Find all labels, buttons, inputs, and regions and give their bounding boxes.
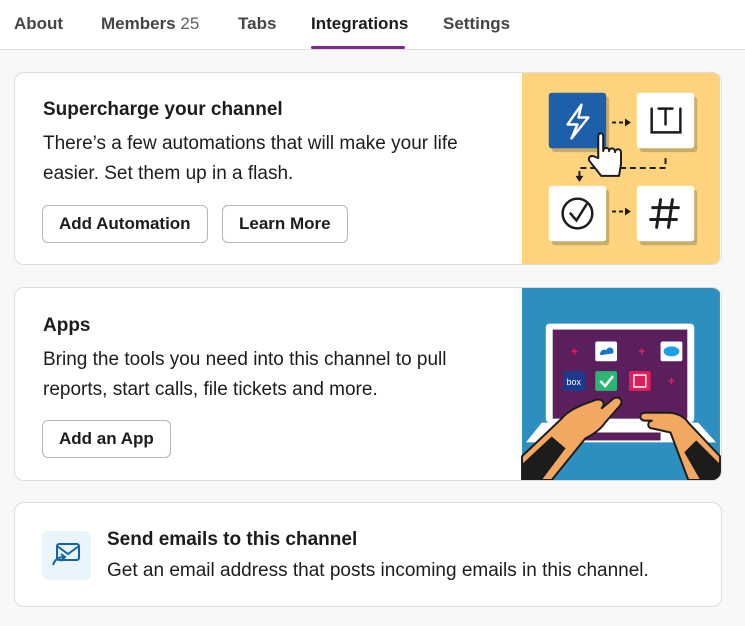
apps-illustration-graphic: box: [521, 288, 721, 480]
tab-settings[interactable]: Settings: [443, 14, 510, 34]
active-tab-indicator: [311, 46, 405, 49]
tab-integrations[interactable]: Integrations: [311, 14, 408, 34]
tab-settings-label: Settings: [443, 14, 511, 33]
learn-more-button[interactable]: Learn More: [222, 205, 348, 243]
email-forward-icon: [42, 531, 91, 580]
email-card[interactable]: Send emails to this channel Get an email…: [14, 502, 722, 607]
tab-tabs-label: Tabs: [238, 14, 277, 33]
tab-about[interactable]: About: [14, 14, 63, 34]
apps-card-title: Apps: [43, 315, 91, 336]
automation-card-title: Supercharge your channel: [43, 99, 283, 120]
members-count: 25: [180, 14, 200, 33]
tab-tabs[interactable]: Tabs: [238, 14, 276, 34]
automation-illustration-graphic: [522, 73, 720, 264]
automation-illustration: [521, 73, 721, 264]
email-card-description: Get an email address that posts incoming…: [107, 560, 649, 581]
tab-about-label: About: [14, 14, 64, 33]
add-automation-button[interactable]: Add Automation: [42, 205, 208, 243]
channel-tabs: About Members 25 Tabs Integrations Setti…: [0, 0, 745, 50]
apps-card-description: Bring the tools you need into this chann…: [43, 349, 447, 400]
automation-card: Supercharge your channel There’s a few a…: [14, 72, 722, 265]
tab-members-label: Members: [101, 14, 176, 33]
svg-text:box: box: [567, 377, 582, 387]
tab-integrations-label: Integrations: [311, 14, 409, 33]
apps-illustration: box: [521, 288, 721, 480]
apps-card: Apps Bring the tools you need into this …: [14, 287, 722, 481]
tab-members[interactable]: Members 25: [101, 14, 199, 34]
automation-card-description: There’s a few automations that will make…: [43, 133, 458, 184]
add-an-app-button[interactable]: Add an App: [42, 420, 171, 458]
email-card-title: Send emails to this channel: [107, 529, 358, 550]
